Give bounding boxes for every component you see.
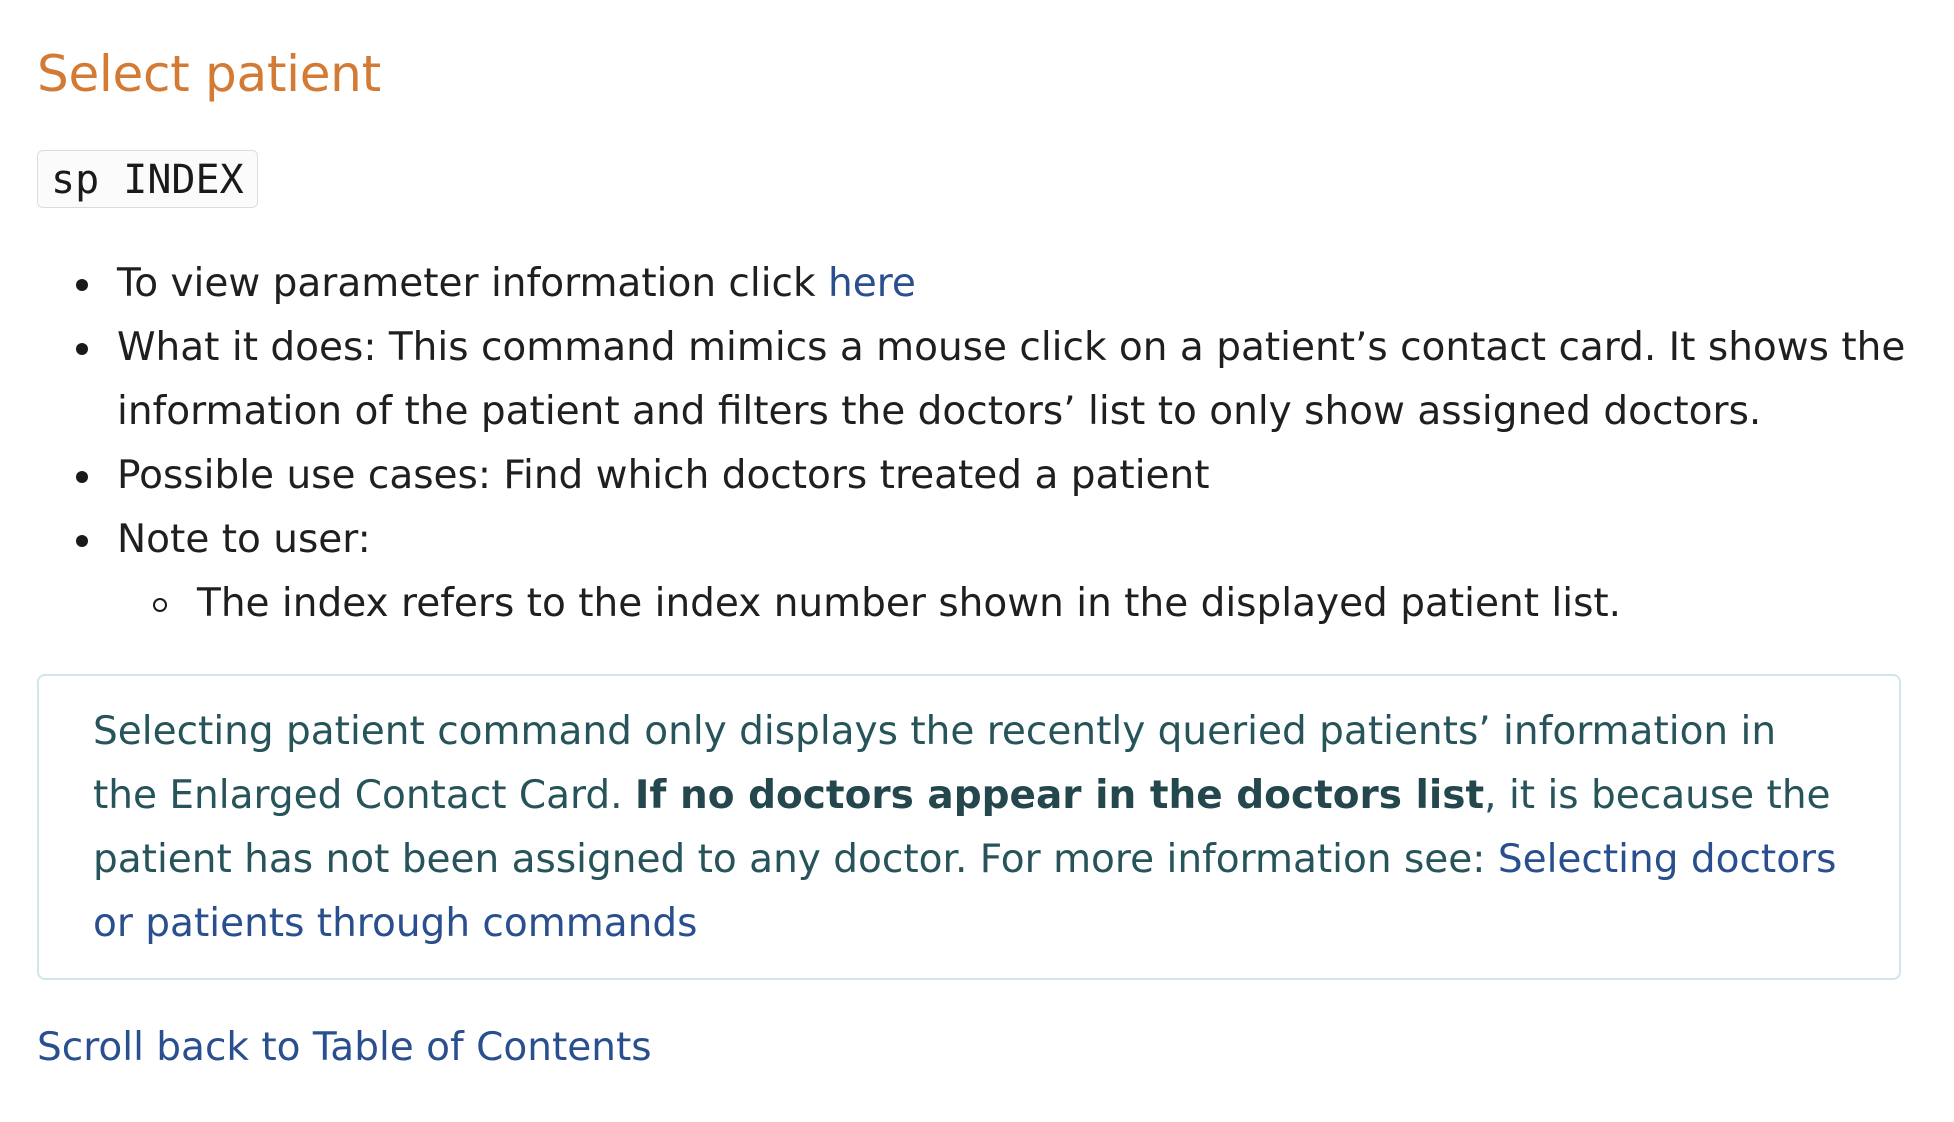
- list-item-note: Note to user: The index refers to the in…: [76, 508, 1917, 636]
- section-title: Select patient: [37, 45, 381, 103]
- what-it-does-text: What it does: This command mimics a mous…: [117, 325, 1906, 434]
- use-cases-text: Possible use cases: Find which doctors t…: [117, 453, 1210, 498]
- note-item-text: The index refers to the index number sho…: [197, 581, 1622, 626]
- parameter-info-text: To view parameter information click: [117, 261, 828, 306]
- command-syntax: sp INDEX: [37, 150, 258, 208]
- parameter-info-link[interactable]: here: [828, 261, 916, 306]
- info-callout: Selecting patient command only displays …: [37, 674, 1901, 980]
- info-list: To view parameter information click here…: [37, 252, 1917, 636]
- command-syntax-block: sp INDEX: [37, 150, 258, 208]
- list-item-use-cases: Possible use cases: Find which doctors t…: [76, 444, 1917, 508]
- scroll-to-toc-link[interactable]: Scroll back to Table of Contents: [37, 1022, 652, 1074]
- list-item-parameter-info: To view parameter information click here: [76, 252, 1917, 316]
- note-sub-list: The index refers to the index number sho…: [117, 572, 1917, 636]
- page: Select patient sp INDEX To view paramete…: [0, 0, 1954, 1122]
- note-label: Note to user:: [117, 517, 371, 562]
- callout-bold-text: If no doctors appear in the doctors list: [634, 773, 1485, 818]
- note-item: The index refers to the index number sho…: [153, 572, 1917, 636]
- list-item-what-it-does: What it does: This command mimics a mous…: [76, 316, 1917, 444]
